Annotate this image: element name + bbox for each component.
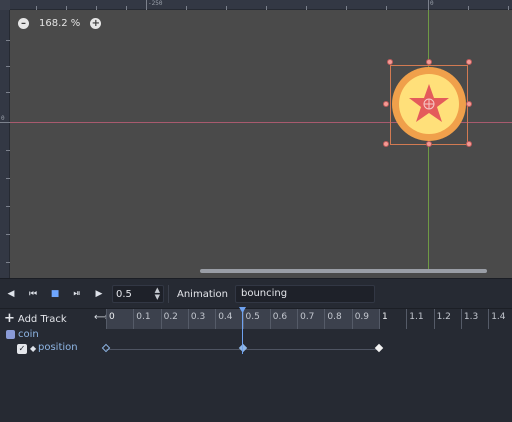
zoom-out-button[interactable]: – (18, 17, 29, 29)
play-from-current-button[interactable]: ⏯ (66, 283, 88, 305)
timeline-tick-label: 1 (382, 312, 388, 322)
timeline-tick-line (406, 309, 408, 329)
animation-menu-button[interactable]: Animation (173, 289, 232, 300)
canvas-viewport[interactable]: -250 0 0 – 168.2 % + (0, 0, 512, 278)
timeline-tick-line (187, 309, 189, 329)
timeline-tick-label: 0.1 (136, 312, 151, 322)
spin-arrows-icon[interactable]: ▲ ▼ (155, 287, 160, 301)
tracks-header: + Add Track ⟷ 0 0.1 0.2 0.3 0.4 0.5 0.6 0.7 0.8 0… (0, 308, 512, 329)
resize-handle-bottom-left[interactable] (383, 141, 389, 147)
resize-handle-bottom-right[interactable] (466, 141, 472, 147)
animation-panel: ◀ ⏮ ■ ⏯ ▶ 0.5 ▲ ▼ Animation bouncing + Ad… (0, 278, 512, 422)
node-icon (6, 330, 15, 339)
resize-handle-bottom[interactable] (426, 141, 432, 147)
timeline-tick-label: 0.3 (190, 312, 206, 322)
timeline-tick-label: 0.7 (300, 312, 315, 322)
timeline-tick-label: 1.4 (491, 312, 506, 322)
track-type-icon: ◆ (30, 344, 37, 353)
plus-icon: + (4, 311, 15, 326)
timeline-tick-label: 1.2 (436, 312, 451, 322)
play-backwards-button[interactable]: ⏮ (22, 283, 44, 305)
timeline-tick-line (488, 309, 490, 329)
track-row-position[interactable]: ✓ ◆ position (0, 341, 512, 357)
timeline-tick-label: 1.3 (463, 312, 479, 322)
ruler-corner (0, 0, 10, 10)
resize-handle-top[interactable] (426, 59, 432, 65)
track-node-row[interactable]: coin (0, 328, 512, 341)
vertical-ruler: 0 (0, 0, 10, 278)
track-property-name: position (38, 342, 78, 353)
timeline-tick-label: 0.9 (354, 312, 370, 322)
resize-handle-top-left[interactable] (387, 59, 393, 65)
playhead[interactable] (242, 308, 243, 354)
resize-handle-top-right[interactable] (466, 59, 472, 65)
timeline-tick-line (106, 309, 107, 329)
selection-rect (390, 65, 468, 145)
keyframe-lane[interactable] (101, 341, 512, 357)
timeline-tick-line (215, 309, 217, 329)
ruler-label-zero: 0 (430, 0, 434, 7)
timeline-tick-label: 0.8 (327, 312, 342, 322)
timeline-tick-line (160, 309, 162, 329)
ruler-label-neg250: -250 (148, 0, 163, 7)
animation-toolbar: ◀ ⏮ ■ ⏯ ▶ 0.5 ▲ ▼ Animation bouncing (0, 281, 512, 307)
timeline-tick-label: 0.6 (272, 312, 288, 322)
timeline-tick-line (297, 309, 299, 329)
zoom-in-button[interactable]: + (90, 17, 102, 29)
play-backwards-from-end-button[interactable]: ◀ (0, 283, 22, 305)
stop-button[interactable]: ■ (44, 283, 66, 305)
animation-selector[interactable]: bouncing (234, 285, 375, 303)
timeline-tick-label: 0.4 (218, 312, 233, 322)
zoom-controls: – 168.2 % + (18, 16, 102, 30)
timeline-tick-label: 0.2 (163, 312, 178, 322)
track-list: coin ✓ ◆ position (0, 328, 512, 422)
keyframe[interactable] (101, 343, 111, 353)
animation-position-value[interactable]: 0.5 (116, 289, 132, 300)
timeline-tick-line (269, 309, 271, 329)
animation-position-spinbox[interactable]: 0.5 ▲ ▼ (112, 285, 164, 303)
track-enabled-checkbox[interactable]: ✓ (17, 344, 27, 354)
keyframe[interactable] (374, 343, 384, 353)
timeline-tick-label: 1.1 (409, 312, 424, 322)
resize-handle-left[interactable] (383, 101, 389, 107)
toolbar-separator (168, 285, 169, 303)
track-node-name: coin (18, 329, 39, 340)
horizontal-scrollbar[interactable] (200, 269, 487, 273)
timeline-tick-line (133, 309, 135, 329)
timeline-tick-line (379, 309, 380, 329)
timeline-tick-label: 0 (109, 312, 115, 322)
resize-handle-right[interactable] (466, 101, 472, 107)
timeline-tick-label: 0.5 (245, 312, 260, 322)
ruler-label-left-zero: 0 (1, 115, 5, 122)
timeline-tick-line (460, 309, 462, 329)
add-track-button[interactable]: + Add Track (4, 309, 67, 329)
zoom-level[interactable]: 168.2 % (35, 18, 84, 29)
timeline-tick-line (324, 309, 326, 329)
timeline-ruler[interactable]: 0 0.1 0.2 0.3 0.4 0.5 0.6 0.7 0.8 0.9 1 1.1 1.2 1.3 1.… (106, 309, 512, 329)
timeline-tick-line (433, 309, 435, 329)
add-track-label: Add Track (17, 313, 67, 325)
horizontal-ruler: -250 0 (10, 0, 512, 10)
timeline-tick-line (351, 309, 353, 329)
play-from-start-button[interactable]: ▶ (88, 283, 110, 305)
